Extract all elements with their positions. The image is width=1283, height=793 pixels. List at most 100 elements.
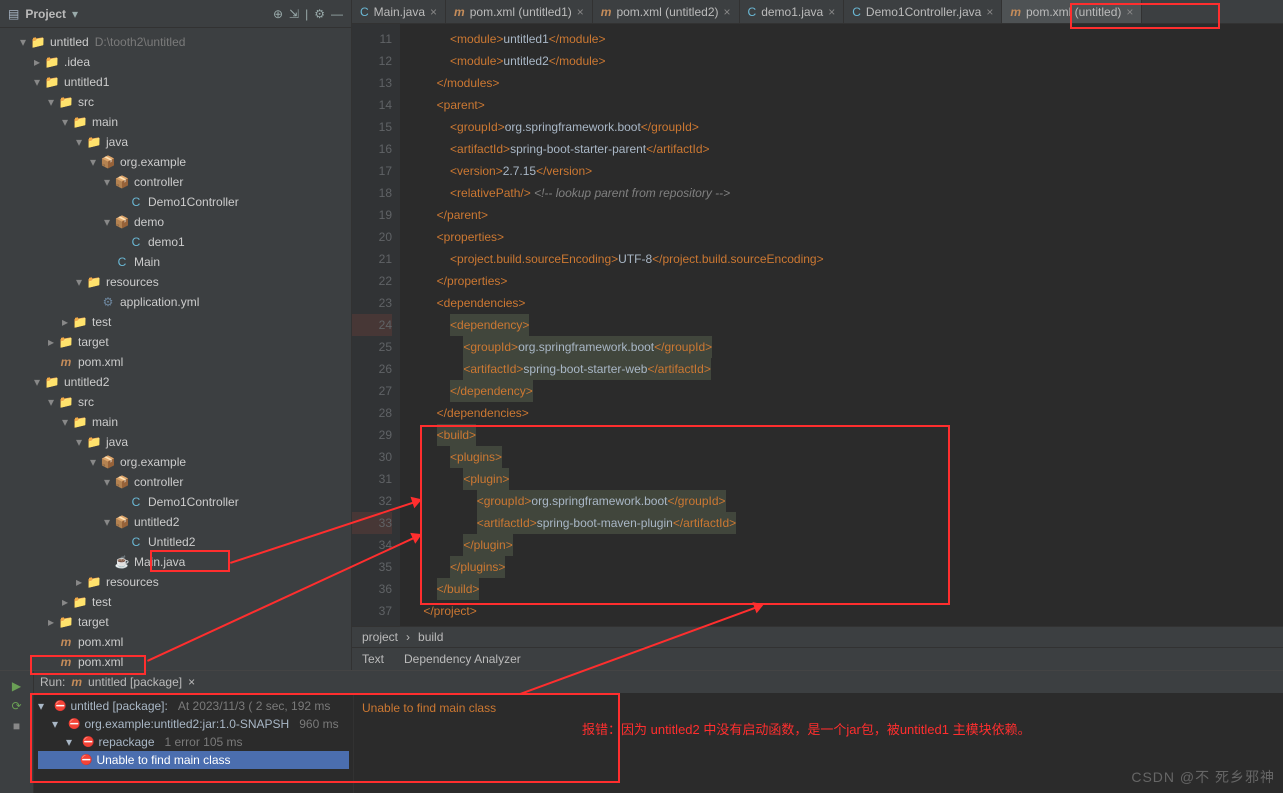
code-line[interactable]: <module>untitled1</module> [400, 28, 1283, 50]
code-line[interactable]: <artifactId>spring-boot-starter-web</art… [400, 358, 1283, 380]
tree-row[interactable]: ▾📁java [0, 132, 351, 152]
code-line[interactable]: <artifactId>spring-boot-starter-parent</… [400, 138, 1283, 160]
tree-arrow-icon[interactable]: ▸ [72, 575, 86, 589]
editor-subtabs[interactable]: Text Dependency Analyzer [352, 647, 1283, 670]
tree-row[interactable]: ▾📦org.example [0, 152, 351, 172]
tree-row[interactable]: ▸📁target [0, 332, 351, 352]
tree-arrow-icon[interactable]: ▾ [100, 175, 114, 189]
code-editor[interactable]: 1112131415161718192021222324252627282930… [352, 24, 1283, 626]
tree-row[interactable]: ▾📁java [0, 432, 351, 452]
close-icon[interactable]: × [430, 5, 437, 19]
tree-row[interactable]: ☕Main.java [0, 552, 351, 572]
tree-row[interactable]: ▸📁target [0, 612, 351, 632]
code-line[interactable]: </plugins> [400, 556, 1283, 578]
tree-row[interactable]: ▾📦org.example [0, 452, 351, 472]
rerun-icon[interactable]: ⟳ [11, 699, 21, 713]
code-line[interactable]: <relativePath/> <!-- lookup parent from … [400, 182, 1283, 204]
close-icon[interactable]: × [986, 5, 993, 19]
tree-row[interactable]: mpom.xml [0, 352, 351, 372]
tree-row[interactable]: CDemo1Controller [0, 192, 351, 212]
tree-item-label[interactable]: Main.java [134, 555, 185, 569]
tree-row[interactable]: ▾📁untitledD:\tooth2\untitled [0, 32, 351, 52]
tree-item-label[interactable]: untitled2 [134, 515, 179, 529]
tree-row[interactable]: ▸📁test [0, 592, 351, 612]
tree-item-label[interactable]: pom.xml [78, 635, 123, 649]
code-line[interactable]: </properties> [400, 270, 1283, 292]
code-line[interactable]: </dependencies> [400, 402, 1283, 424]
tree-arrow-icon[interactable]: ▾ [72, 435, 86, 449]
tree-row[interactable]: ▾📦controller [0, 172, 351, 192]
tree-arrow-icon[interactable]: ▾ [16, 35, 30, 49]
tree-row[interactable]: ▾📦untitled2 [0, 512, 351, 532]
code-line[interactable]: <plugins> [400, 446, 1283, 468]
code-line[interactable]: <artifactId>spring-boot-maven-plugin</ar… [400, 512, 1283, 534]
tree-arrow-icon[interactable]: ▾ [44, 95, 58, 109]
tree-arrow-icon[interactable]: ▾ [72, 275, 86, 289]
tree-arrow-icon[interactable]: ▾ [72, 135, 86, 149]
close-icon[interactable]: × [188, 675, 195, 689]
tree-item-label[interactable]: src [78, 395, 94, 409]
tree-arrow-icon[interactable]: ▾ [58, 115, 72, 129]
code-line[interactable]: </dependency> [400, 380, 1283, 402]
tree-item-label[interactable]: test [92, 315, 111, 329]
close-icon[interactable]: × [577, 5, 584, 19]
tree-row[interactable]: Cdemo1 [0, 232, 351, 252]
subtab-depanalyzer[interactable]: Dependency Analyzer [404, 652, 521, 666]
run-tree[interactable]: ▾⛔untitled [package]:At 2023/11/3 ( 2 se… [34, 693, 354, 793]
tree-arrow-icon[interactable]: ▸ [44, 615, 58, 629]
tree-row[interactable]: ▾📦controller [0, 472, 351, 492]
tree-arrow-icon[interactable]: ▾ [100, 475, 114, 489]
tree-item-label[interactable]: resources [106, 575, 159, 589]
tree-arrow-icon[interactable]: ▾ [66, 735, 78, 749]
settings-icon[interactable]: ⚙ [314, 7, 325, 21]
code-line[interactable]: </project> [400, 600, 1283, 622]
close-icon[interactable]: × [1126, 5, 1133, 19]
tree-item-label[interactable]: .idea [64, 55, 90, 69]
dropdown-icon[interactable]: ▾ [72, 7, 78, 21]
tree-item-label[interactable]: demo [134, 215, 164, 229]
run-tabs[interactable]: Run: m untitled [package] × [34, 671, 1283, 693]
tree-row[interactable]: mpom.xml [0, 652, 351, 670]
code-line[interactable]: <groupId>org.springframework.boot</group… [400, 116, 1283, 138]
close-icon[interactable]: × [828, 5, 835, 19]
tree-row[interactable]: ▸📁test [0, 312, 351, 332]
tree-item-label[interactable]: untitled [50, 35, 89, 49]
code-line[interactable]: <properties> [400, 226, 1283, 248]
tree-item-label[interactable]: org.example [120, 155, 186, 169]
tree-item-label[interactable]: test [92, 595, 111, 609]
tree-arrow-icon[interactable]: ▾ [30, 75, 44, 89]
tree-arrow-icon[interactable]: ▸ [58, 595, 72, 609]
code-line[interactable]: <dependency> [400, 314, 1283, 336]
tree-item-label[interactable]: resources [106, 275, 159, 289]
breadcrumb-item[interactable]: project [362, 630, 398, 644]
locate-icon[interactable]: ⊕ [273, 7, 283, 21]
editor-tab[interactable]: mpom.xml (untitled)× [1002, 0, 1142, 23]
tree-arrow-icon[interactable]: ▾ [100, 515, 114, 529]
project-tree[interactable]: ▾📁untitledD:\tooth2\untitled▸📁.idea▾📁unt… [0, 28, 351, 670]
editor-tab[interactable]: mpom.xml (untitled2)× [593, 0, 740, 23]
tree-row[interactable]: ▸📁.idea [0, 52, 351, 72]
code-line[interactable]: <groupId>org.springframework.boot</group… [400, 336, 1283, 358]
tree-row[interactable]: ▾📁src [0, 392, 351, 412]
tree-arrow-icon[interactable]: ▾ [86, 155, 100, 169]
tree-arrow-icon[interactable]: ▾ [38, 699, 50, 713]
tree-arrow-icon[interactable]: ▾ [52, 717, 64, 731]
close-icon[interactable]: × [724, 5, 731, 19]
tree-row[interactable]: ▾📁main [0, 112, 351, 132]
tree-item-label[interactable]: Demo1Controller [148, 195, 239, 209]
tree-item-label[interactable]: main [92, 415, 118, 429]
code-line[interactable]: <project.build.sourceEncoding>UTF-8</pro… [400, 248, 1283, 270]
stop-icon[interactable]: ■ [13, 719, 20, 733]
code-line[interactable]: <parent> [400, 94, 1283, 116]
editor-tab[interactable]: Cdemo1.java× [740, 0, 845, 23]
tree-row[interactable]: ▾📦demo [0, 212, 351, 232]
tree-arrow-icon[interactable]: ▾ [86, 455, 100, 469]
tree-item-label[interactable]: Untitled2 [148, 535, 195, 549]
hide-icon[interactable]: — [331, 7, 343, 21]
editor-tabs[interactable]: CMain.java×mpom.xml (untitled1)×mpom.xml… [352, 0, 1283, 24]
tree-item-label[interactable]: application.yml [120, 295, 199, 309]
tree-item-label[interactable]: Demo1Controller [148, 495, 239, 509]
expand-icon[interactable]: ⇲ [289, 7, 299, 21]
tree-arrow-icon[interactable]: ▾ [58, 415, 72, 429]
tree-item-label[interactable]: pom.xml [78, 355, 123, 369]
